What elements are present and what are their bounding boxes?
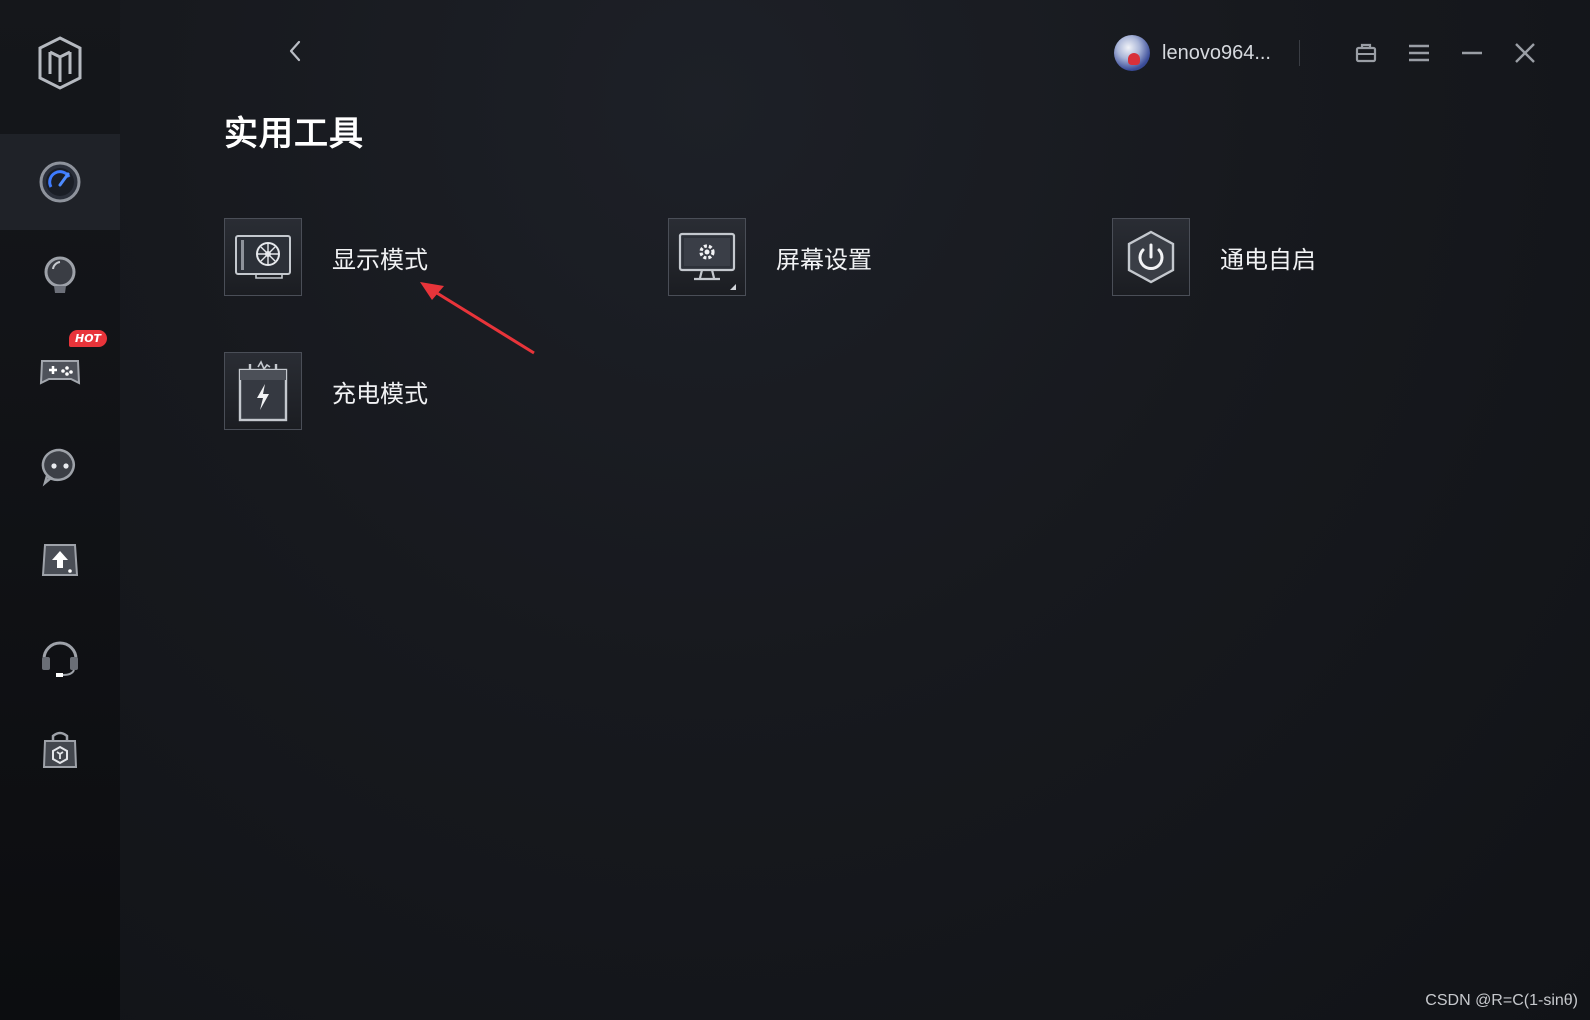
tool-charge-mode[interactable]: 充电模式 xyxy=(224,352,428,430)
avatar[interactable] xyxy=(1114,35,1151,71)
headset-icon xyxy=(42,641,78,677)
menu-button[interactable] xyxy=(1404,38,1434,68)
tool-display-mode[interactable]: 显示模式 xyxy=(224,218,428,296)
watermark: CSDN @R=C(1-sinθ) xyxy=(1425,992,1578,1009)
battery-charge-icon xyxy=(238,360,288,422)
toolbox-button[interactable] xyxy=(1351,38,1381,68)
toolbox-icon xyxy=(1355,43,1377,63)
tool-label: 充电模式 xyxy=(332,379,428,408)
username[interactable]: lenovo964... xyxy=(1162,42,1271,65)
sidebar-item-store[interactable] xyxy=(0,702,120,798)
shopping-bag-icon xyxy=(42,731,78,768)
sidebar-item-upload[interactable] xyxy=(0,512,120,608)
tool-label: 显示模式 xyxy=(332,245,428,274)
sidebar-item-headset[interactable] xyxy=(0,608,120,704)
speedometer-icon xyxy=(39,161,81,203)
titlebar-controls: lenovo964... xyxy=(1114,34,1540,72)
page-title: 实用工具 xyxy=(224,114,364,154)
chat-bubble-icon xyxy=(41,448,75,487)
close-button[interactable] xyxy=(1510,38,1540,68)
app-window: HOT lenovo964... 实用工具 显示模式 屏幕设置 通电自启 充电模… xyxy=(0,0,1590,1020)
tool-icon-box xyxy=(224,352,302,430)
tool-icon-box xyxy=(224,218,302,296)
tool-power-on-boot[interactable]: 通电自启 xyxy=(1112,218,1316,296)
lightbulb-icon xyxy=(44,256,76,293)
legion-logo-icon xyxy=(38,36,82,90)
tool-icon-box xyxy=(668,218,746,296)
upload-box-icon xyxy=(41,544,79,576)
sidebar-item-assistant[interactable] xyxy=(0,418,120,514)
hot-badge: HOT xyxy=(69,330,108,347)
sidebar: HOT xyxy=(0,0,120,1020)
sidebar-item-games[interactable]: HOT xyxy=(0,322,120,418)
sidebar-item-lighting[interactable] xyxy=(0,228,120,324)
minimize-button[interactable] xyxy=(1457,38,1487,68)
tool-label: 通电自启 xyxy=(1220,245,1316,274)
power-icon xyxy=(1127,230,1175,284)
display-card-icon xyxy=(235,235,291,279)
monitor-settings-icon xyxy=(678,232,736,290)
main-content: lenovo964... 实用工具 显示模式 屏幕设置 通电自启 充电模式 CS… xyxy=(120,0,1590,1020)
tool-label: 屏幕设置 xyxy=(776,245,872,274)
tool-screen-settings[interactable]: 屏幕设置 xyxy=(668,218,872,296)
titlebar-divider xyxy=(1299,40,1300,66)
hamburger-menu-icon xyxy=(1409,44,1429,62)
gamepad-icon xyxy=(39,360,81,385)
tool-icon-box xyxy=(1112,218,1190,296)
annotation-arrow-icon xyxy=(420,282,535,355)
back-arrow-icon[interactable] xyxy=(280,36,310,66)
minimize-icon xyxy=(1462,51,1482,55)
close-icon xyxy=(1515,43,1535,63)
sidebar-item-performance[interactable] xyxy=(0,134,120,230)
